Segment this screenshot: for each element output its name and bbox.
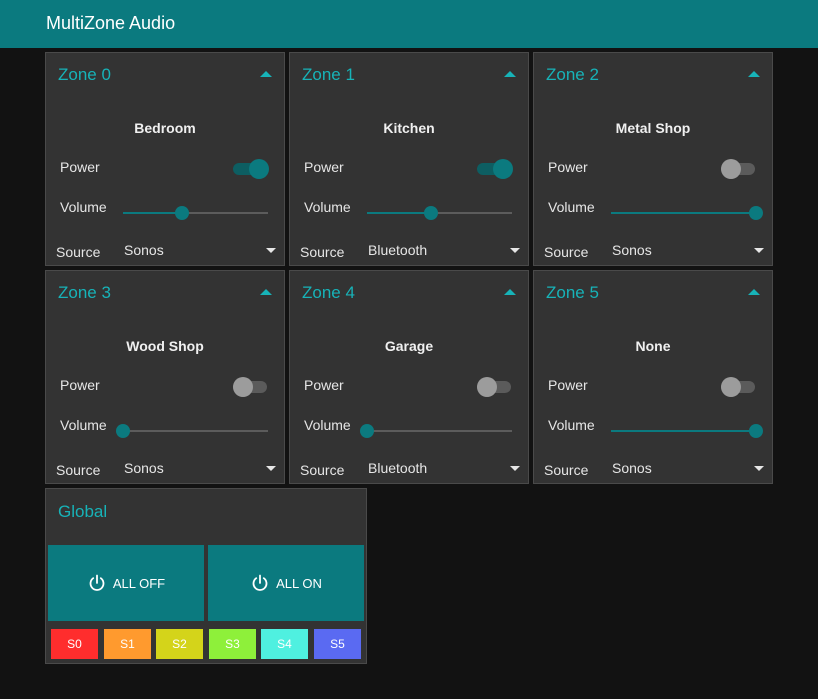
source-value: Sonos: [124, 460, 164, 476]
source-select[interactable]: Sonos: [124, 235, 276, 263]
source-value: Sonos: [124, 242, 164, 258]
source-label: Source: [544, 244, 589, 260]
app-bar: MultiZone Audio: [0, 0, 818, 48]
source-button-s4[interactable]: S4: [261, 629, 308, 659]
volume-slider[interactable]: [123, 203, 268, 223]
source-button-s0[interactable]: S0: [51, 629, 98, 659]
power-label: Power: [548, 377, 588, 393]
power-switch[interactable]: [477, 157, 513, 179]
power-label: Power: [60, 377, 100, 393]
power-label: Power: [548, 159, 588, 175]
volume-label: Volume: [60, 199, 107, 215]
zone-card: Zone 4 Garage Power Volume Source Blueto…: [289, 270, 529, 484]
zone-title: Zone 1: [302, 65, 355, 84]
source-value: Bluetooth: [368, 242, 428, 258]
all-on-label: ALL ON: [276, 575, 322, 591]
global-card: Global ALL OFF ALL ON S0 S1 S2 S3 S4 S5: [45, 488, 367, 664]
collapse-icon[interactable]: [504, 289, 516, 295]
source-select[interactable]: Bluetooth: [368, 453, 520, 481]
volume-label: Volume: [60, 417, 107, 433]
zone-card: Zone 2 Metal Shop Power Volume Source So…: [533, 52, 773, 266]
power-icon: [252, 574, 268, 591]
all-off-label: ALL OFF: [112, 575, 166, 591]
global-title: Global: [58, 502, 108, 521]
dropdown-arrow-icon: [510, 466, 520, 471]
source-label: Source: [544, 462, 589, 478]
source-select[interactable]: Sonos: [612, 453, 764, 481]
all-off-button[interactable]: ALL OFF: [48, 545, 204, 621]
power-switch[interactable]: [233, 157, 269, 179]
collapse-icon[interactable]: [504, 71, 516, 77]
collapse-icon[interactable]: [260, 289, 272, 295]
source-label: Source: [56, 244, 101, 260]
zone-name: Metal Shop: [615, 120, 691, 136]
source-select[interactable]: Bluetooth: [368, 235, 520, 263]
power-switch[interactable]: [477, 375, 511, 397]
volume-slider[interactable]: [116, 421, 268, 441]
zone-card: Zone 0 Bedroom Power Volume Source Sonos: [45, 52, 285, 266]
power-label: Power: [304, 377, 344, 393]
dropdown-arrow-icon: [510, 248, 520, 253]
source-value: Sonos: [612, 242, 652, 258]
source-select[interactable]: Sonos: [124, 453, 276, 481]
zone-name: Garage: [384, 338, 434, 354]
all-on-button[interactable]: ALL ON: [208, 545, 364, 621]
power-switch[interactable]: [233, 375, 267, 397]
volume-slider[interactable]: [367, 203, 512, 223]
app-title: MultiZone Audio: [46, 13, 176, 33]
collapse-icon[interactable]: [748, 71, 760, 77]
dropdown-arrow-icon: [754, 248, 764, 253]
source-button-s1[interactable]: S1: [104, 629, 151, 659]
volume-slider[interactable]: [360, 421, 512, 441]
dropdown-arrow-icon: [266, 248, 276, 253]
volume-label: Volume: [548, 199, 595, 215]
dropdown-arrow-icon: [266, 466, 276, 471]
power-label: Power: [60, 159, 100, 175]
source-label: Source: [56, 462, 101, 478]
collapse-icon[interactable]: [260, 71, 272, 77]
volume-slider[interactable]: [611, 203, 763, 223]
volume-label: Volume: [304, 417, 351, 433]
zone-card: Zone 1 Kitchen Power Volume Source Bluet…: [289, 52, 529, 266]
zone-name: Bedroom: [134, 120, 196, 136]
zone-title: Zone 5: [546, 283, 599, 302]
zone-title: Zone 4: [302, 283, 355, 302]
source-label: Source: [300, 462, 345, 478]
collapse-icon[interactable]: [748, 289, 760, 295]
zone-card: Zone 3 Wood Shop Power Volume Source Son…: [45, 270, 285, 484]
zone-card: Zone 5 None Power Volume Source Sonos: [533, 270, 773, 484]
source-select[interactable]: Sonos: [612, 235, 764, 263]
zone-title: Zone 0: [58, 65, 111, 84]
zone-name: None: [635, 338, 671, 354]
volume-label: Volume: [548, 417, 595, 433]
source-button-s5[interactable]: S5: [314, 629, 361, 659]
power-switch[interactable]: [721, 375, 755, 397]
volume-slider[interactable]: [611, 421, 763, 441]
source-button-s3[interactable]: S3: [209, 629, 256, 659]
dropdown-arrow-icon: [754, 466, 764, 471]
power-switch[interactable]: [721, 157, 755, 179]
zone-name: Wood Shop: [126, 338, 204, 354]
source-value: Sonos: [612, 460, 652, 476]
volume-label: Volume: [304, 199, 351, 215]
power-label: Power: [304, 159, 344, 175]
zone-title: Zone 2: [546, 65, 599, 84]
source-button-s2[interactable]: S2: [156, 629, 203, 659]
zone-name: Kitchen: [383, 120, 435, 136]
source-label: Source: [300, 244, 345, 260]
power-icon: [89, 574, 105, 591]
source-value: Bluetooth: [368, 460, 428, 476]
zone-title: Zone 3: [58, 283, 111, 302]
